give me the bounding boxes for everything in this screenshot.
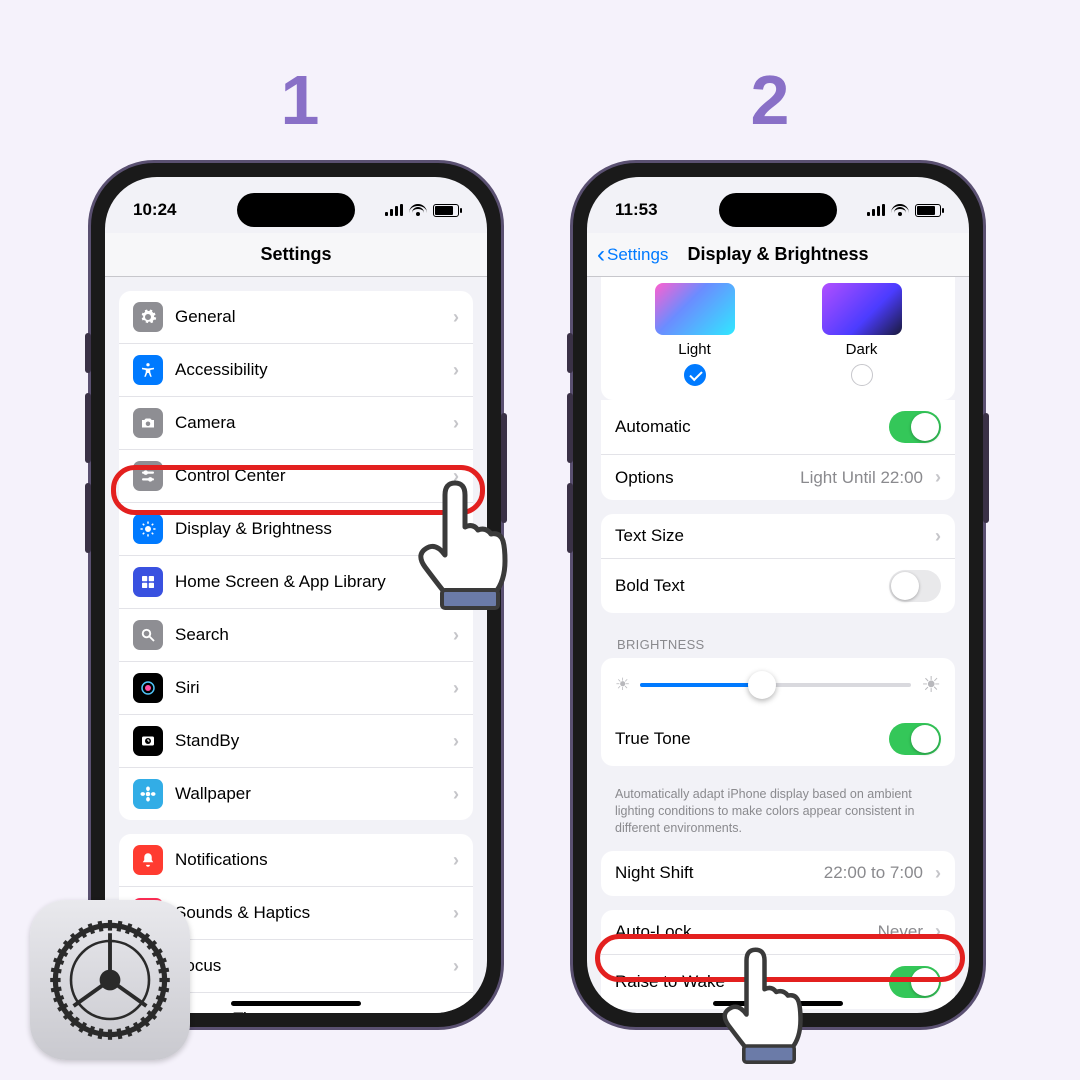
back-button[interactable]: ‹Settings	[597, 243, 668, 267]
dynamic-island	[719, 193, 837, 227]
row-siri[interactable]: Siri›	[119, 662, 473, 715]
flower-icon	[133, 779, 163, 809]
battery-icon	[915, 204, 941, 217]
row-night-shift[interactable]: Night Shift 22:00 to 7:00 ›	[601, 851, 955, 896]
pointer-hand-icon	[400, 480, 520, 620]
brightness-slider[interactable]	[640, 683, 911, 687]
gear-icon	[133, 302, 163, 332]
dark-thumbnail	[822, 283, 902, 335]
section-header-brightness: BRIGHTNESS	[587, 627, 969, 656]
row-true-tone: True Tone	[601, 712, 955, 766]
row-accessibility[interactable]: Accessibility›	[119, 344, 473, 397]
status-time: 11:53	[615, 200, 658, 220]
siri-icon	[133, 673, 163, 703]
sun-small-icon: ☀	[615, 675, 630, 695]
phone-frame-2: 11:53 ‹Settings Display & Brightness Lig…	[570, 160, 986, 1030]
brightness-slider-row: ☀ ☀	[601, 658, 955, 712]
cellular-icon	[867, 204, 885, 216]
toggle-automatic[interactable]	[889, 411, 941, 443]
wifi-icon	[891, 204, 909, 216]
clock-icon	[133, 726, 163, 756]
navbar: ‹Settings Display & Brightness	[587, 233, 969, 277]
battery-icon	[433, 204, 459, 217]
row-options[interactable]: Options Light Until 22:00 ›	[601, 455, 955, 500]
grid-icon	[133, 567, 163, 597]
step-number-2: 2	[740, 60, 800, 140]
camera-icon	[133, 408, 163, 438]
wifi-icon	[409, 204, 427, 216]
settings-app-icon	[30, 900, 190, 1060]
row-automatic: Automatic	[601, 400, 955, 455]
search-icon	[133, 620, 163, 650]
row-text-size[interactable]: Text Size›	[601, 514, 955, 559]
row-wallpaper[interactable]: Wallpaper›	[119, 768, 473, 820]
navbar: Settings	[105, 233, 487, 277]
brightness-icon	[133, 514, 163, 544]
status-time: 10:24	[133, 200, 176, 220]
accessibility-icon	[133, 355, 163, 385]
row-label: General	[175, 307, 441, 327]
home-indicator[interactable]	[231, 1001, 361, 1006]
toggle-raise-to-wake[interactable]	[889, 966, 941, 998]
chevron-left-icon: ‹	[597, 243, 605, 267]
true-tone-footnote: Automatically adapt iPhone display based…	[587, 780, 969, 837]
step-number-1: 1	[270, 60, 330, 140]
radio-unchecked-icon	[851, 364, 873, 386]
appearance-light[interactable]: Light	[635, 283, 755, 386]
radio-checked-icon	[684, 364, 706, 386]
toggle-bold-text[interactable]	[889, 570, 941, 602]
row-bold-text: Bold Text	[601, 559, 955, 613]
light-thumbnail	[655, 283, 735, 335]
appearance-dark[interactable]: Dark	[802, 283, 922, 386]
row-notifications[interactable]: Notifications›	[119, 834, 473, 887]
chevron-icon: ›	[453, 307, 459, 328]
bell-icon	[133, 845, 163, 875]
page-title: Settings	[260, 244, 331, 265]
cellular-icon	[385, 204, 403, 216]
pointer-hand-icon	[706, 947, 814, 1073]
sliders-icon	[133, 461, 163, 491]
row-standby[interactable]: StandBy›	[119, 715, 473, 768]
appearance-picker: Light Dark	[601, 277, 955, 400]
sun-large-icon: ☀	[921, 672, 941, 698]
dynamic-island	[237, 193, 355, 227]
page-title: Display & Brightness	[687, 244, 868, 265]
row-general[interactable]: General ›	[119, 291, 473, 344]
row-camera[interactable]: Camera›	[119, 397, 473, 450]
toggle-true-tone[interactable]	[889, 723, 941, 755]
